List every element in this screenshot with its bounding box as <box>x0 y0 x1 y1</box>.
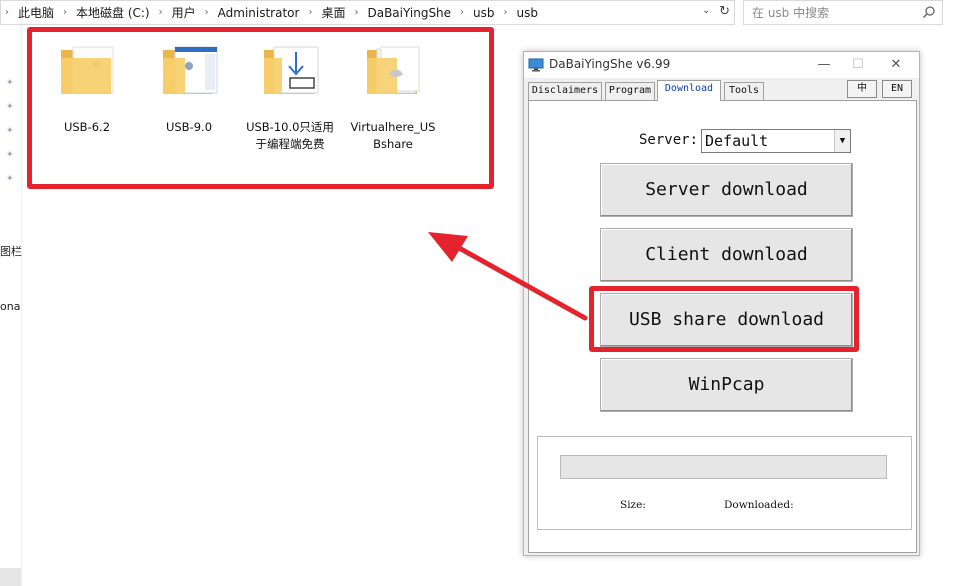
winpcap-button[interactable]: WinPcap <box>600 358 853 412</box>
chevron-right-icon[interactable]: › <box>205 7 209 18</box>
language-chinese-button[interactable]: 中 <box>847 80 877 98</box>
refresh-icon[interactable]: ↻ <box>719 4 730 19</box>
title-bar[interactable]: DaBaiYingShe v6.99 — ☐ ✕ <box>524 52 919 78</box>
chevron-right-icon[interactable]: › <box>460 7 464 18</box>
chevron-right-icon[interactable]: › <box>159 7 163 18</box>
pin-icon[interactable]: ✦ <box>6 150 16 160</box>
address-dropdown-icon[interactable]: ⌄ <box>702 5 714 21</box>
language-english-button[interactable]: EN <box>882 80 912 98</box>
minimize-icon[interactable]: — <box>807 52 841 78</box>
progress-group: Size: Downloaded: <box>537 436 912 530</box>
breadcrumb: 此电脑 › 本地磁盘 (C:) › 用户 › Administrator › 桌面 › D… <box>18 4 538 21</box>
highlight-box-folders <box>27 27 494 189</box>
navigation-pane: ✦ ✦ ✦ ✦ ✦ 图栏 ona <box>0 26 22 586</box>
breadcrumb-item-desktop[interactable]: 桌面 <box>321 4 345 21</box>
app-monitor-icon <box>528 58 544 72</box>
tab-disclaimers[interactable]: Disclaimers <box>528 82 602 100</box>
screenshot-root: › 此电脑 › 本地磁盘 (C:) › 用户 › Administrator › 桌面 ›… <box>0 0 953 586</box>
tab-tools[interactable]: Tools <box>724 82 764 100</box>
pin-icon[interactable]: ✦ <box>6 126 16 136</box>
pin-icon[interactable]: ✦ <box>6 174 16 184</box>
downloaded-label: Downloaded: <box>724 499 794 511</box>
breadcrumb-item-administrator[interactable]: Administrator <box>218 6 300 20</box>
search-placeholder: 在 usb 中搜索 <box>752 6 830 20</box>
breadcrumb-item-usb[interactable]: usb <box>473 6 494 20</box>
tab-download[interactable]: Download <box>657 80 721 101</box>
arrow-head <box>428 232 468 262</box>
search-input[interactable]: 在 usb 中搜索 <box>743 0 943 25</box>
nav-item-partial[interactable]: 图栏 <box>0 243 22 259</box>
chevron-right-icon[interactable]: › <box>504 7 508 18</box>
close-icon[interactable]: ✕ <box>879 52 913 78</box>
breadcrumb-item-this-pc[interactable]: 此电脑 <box>18 4 54 21</box>
search-icon[interactable] <box>922 5 936 19</box>
breadcrumb-root-chevron-icon[interactable]: › <box>5 7 9 18</box>
address-bar[interactable]: › 此电脑 › 本地磁盘 (C:) › 用户 › Administrator › 桌面 ›… <box>0 0 735 25</box>
download-progress-bar <box>560 455 887 479</box>
window-title: DaBaiYingShe v6.99 <box>549 57 671 71</box>
chevron-right-icon[interactable]: › <box>63 7 67 18</box>
maximize-icon[interactable]: ☐ <box>841 52 875 78</box>
server-download-button[interactable]: Server download <box>600 163 853 217</box>
highlight-box-usb-share-button <box>589 286 859 352</box>
breadcrumb-item-local-disk[interactable]: 本地磁盘 (C:) <box>76 4 150 21</box>
breadcrumb-item-dabaiyingshe[interactable]: DaBaiYingShe <box>367 6 451 20</box>
pin-icon[interactable]: ✦ <box>6 102 16 112</box>
dropdown-arrow-icon[interactable]: ▼ <box>834 130 850 152</box>
breadcrumb-item-users[interactable]: 用户 <box>172 4 196 21</box>
pin-icon[interactable]: ✦ <box>6 78 16 88</box>
server-select[interactable]: Default ▼ <box>701 129 851 153</box>
breadcrumb-item-usb-current[interactable]: usb <box>517 6 538 20</box>
nav-item-partial[interactable]: ona <box>0 300 20 313</box>
size-label: Size: <box>620 499 646 511</box>
client-download-button[interactable]: Client download <box>600 228 853 282</box>
chevron-right-icon[interactable]: › <box>308 7 312 18</box>
chevron-right-icon[interactable]: › <box>354 7 358 18</box>
tab-program[interactable]: Program <box>605 82 655 100</box>
server-select-value: Default <box>705 132 769 150</box>
nav-item-selected[interactable] <box>0 568 21 586</box>
server-label: Server: <box>639 132 699 148</box>
